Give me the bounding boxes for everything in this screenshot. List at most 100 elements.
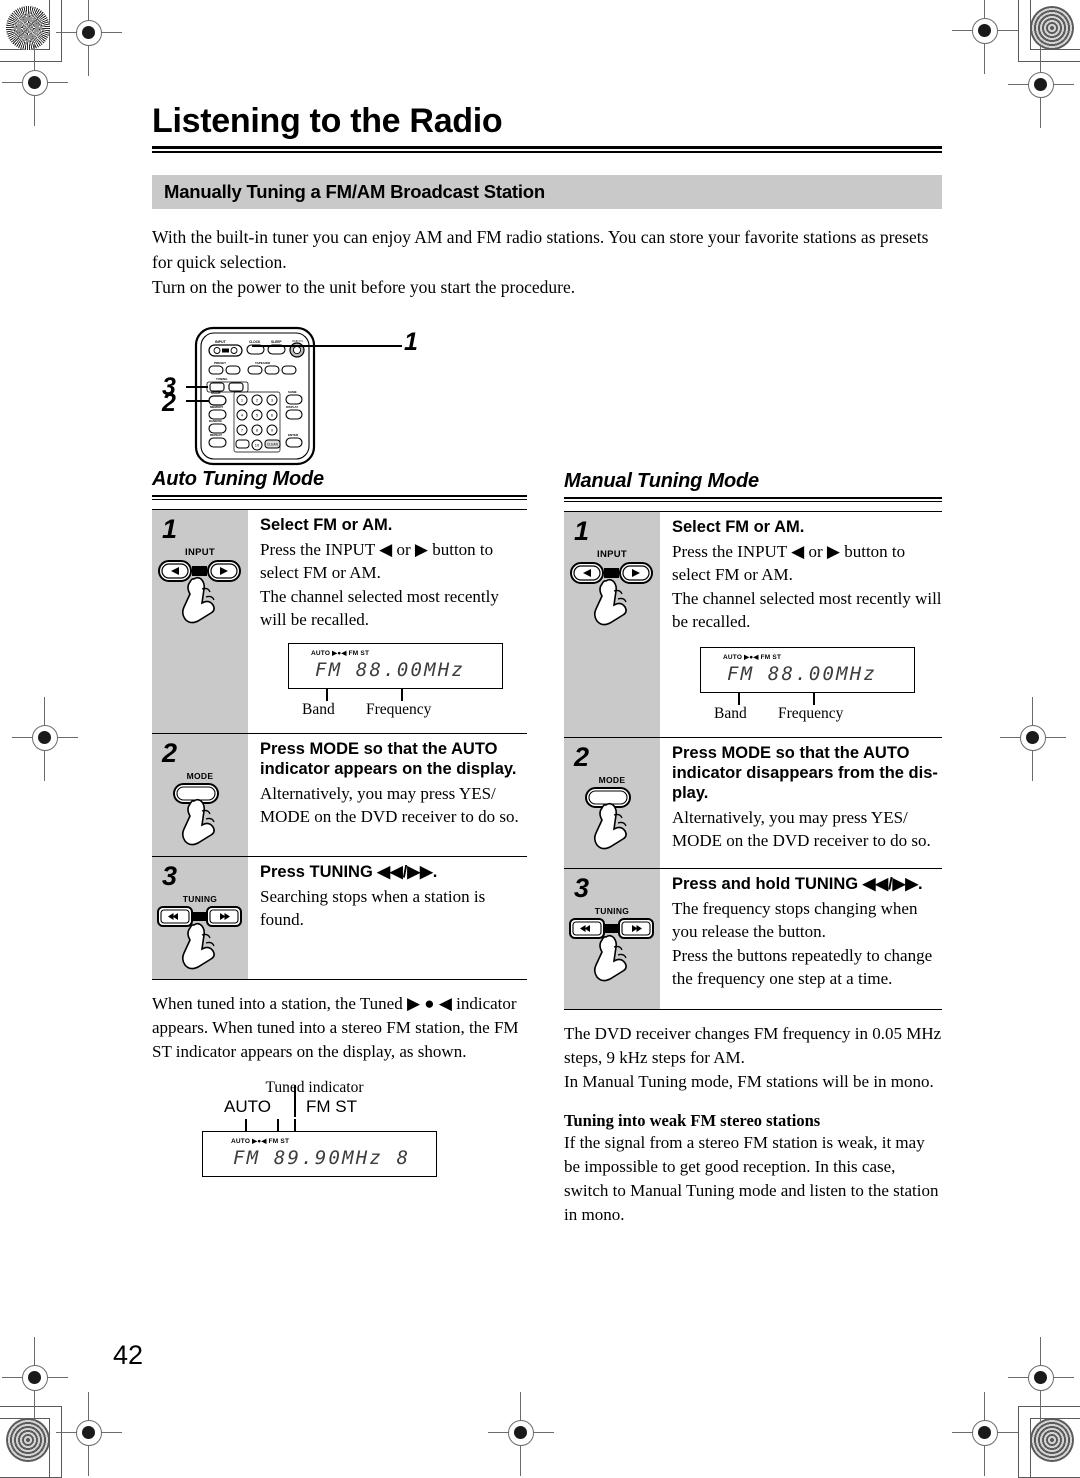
step-icon-cell: 2 MODE [564, 738, 660, 869]
auto-tuning-steps: 1 INPUT Select FM or AM. Press the INPUT… [152, 509, 527, 981]
display-label-band: Band [714, 705, 747, 723]
display-label-frequency: Frequency [366, 701, 432, 719]
auto-tuning-rule [152, 494, 527, 498]
mode-button-icon [564, 786, 660, 860]
remote-callout-1: 1 [404, 327, 418, 356]
display-figure: AUTO ▶●◀ FM ST FM 88.00MHz Band Frequenc… [700, 647, 915, 727]
step-title: Press and hold TUNING ◀◀/▶▶. [672, 875, 923, 894]
step-row: 2 MODE Press MODE so that the AUTO indic… [564, 738, 942, 870]
two-column-body: ONKYO INPUT CLOCK SLEEP PRESET TAPE/HDD … [152, 310, 942, 1224]
manual-tuning-tail: The DVD receiver changes FM frequency in… [564, 1022, 942, 1094]
step-body: Press and hold TUNING ◀◀/▶▶. The frequen… [660, 869, 942, 1009]
step-body: Press MODE so that the AUTO indicator ap… [248, 734, 527, 856]
tail-paragraph: The DVD receiver changes FM frequency in… [564, 1024, 942, 1068]
step-body: Press TUNING ◀◀/▶▶. Searching stops when… [248, 857, 527, 979]
auto-tuning-heading: Auto Tuning Mode [152, 467, 324, 490]
step-title: Select FM or AM. [672, 518, 805, 537]
intro-text: With the built-in tuner you can enjoy AM… [152, 225, 942, 300]
registration-mark-bl-b [56, 1392, 122, 1476]
lcd-indicator-row: AUTO ▶●◀ FM ST [231, 1137, 290, 1145]
lcd-readout: FM 88.00MHz [727, 663, 878, 686]
auto-caption: AUTO [224, 1096, 271, 1116]
step-line: The channel selected most recently will … [672, 588, 942, 631]
step-icon-cell: 2 MODE [152, 734, 248, 857]
step-line: The channel selected most recently will … [260, 586, 499, 629]
step-number: 3 [162, 861, 178, 892]
remote-callout-2: 2 [162, 388, 176, 417]
step-row: 1 INPUT Select FM or AM. Press the INPUT… [152, 510, 527, 735]
step-line: Press the INPUT ◀ or ▶ button to select … [260, 540, 494, 583]
registration-mark-tr-a [952, 0, 1018, 74]
right-column: Manual Tuning Mode 1 INPUT Select FM or … [564, 470, 942, 1227]
svg-text:ONKYO: ONKYO [292, 339, 304, 343]
step-row: 3 TUNING [564, 869, 942, 1011]
svg-text:MODE: MODE [211, 391, 221, 395]
registration-mark-tl-a [56, 0, 122, 76]
step-number: 3 [574, 873, 590, 904]
step-line: Press the INPUT ◀ or ▶ button to select … [672, 542, 906, 585]
registration-mark-br-b [952, 1392, 1018, 1476]
svg-text:SLEEP: SLEEP [271, 340, 282, 344]
manual-tuning-rule-2 [564, 501, 942, 503]
tuning-rocker-icon [564, 917, 660, 991]
svg-text:INPUT: INPUT [215, 340, 227, 344]
color-swatch-bl [6, 1418, 50, 1462]
tuned-indicator-caption: Tuned indicator [265, 1078, 364, 1096]
auto-tuning-rule-2 [152, 499, 527, 501]
svg-text:MEMORY: MEMORY [210, 405, 223, 409]
svg-text:ENTER: ENTER [288, 433, 299, 437]
step-icon-cell: 1 INPUT [564, 512, 660, 738]
step-row: 3 TUNING [152, 857, 527, 981]
lcd-display-panel: AUTO ▶●◀ FM ST FM 88.00MHz [700, 647, 915, 694]
step-body: Press MODE so that the AUTO indicator di… [660, 738, 942, 868]
subsection-paragraph: If the signal from a stereo FM station i… [564, 1132, 939, 1224]
lcd-indicator-row: AUTO ▶●◀ FM ST [311, 650, 370, 658]
step-row: 1 INPUT Select FM or AM. Press the INPUT… [564, 512, 942, 739]
svg-text:RANDOM: RANDOM [209, 419, 222, 423]
step-row: 2 MODE Press MODE so that the AUTO indic… [152, 734, 527, 858]
section-heading-band: Manually Tuning a FM/AM Broadcast Statio… [152, 175, 942, 210]
manual-tuning-heading: Manual Tuning Mode [564, 469, 759, 492]
mode-button-icon [152, 782, 248, 856]
registration-mark-br-a [1008, 1337, 1074, 1421]
step-line: Searching stops when a station is found. [260, 887, 486, 930]
lcd-display-panel-tuned: AUTO ▶●◀ FM ST FM 89.90MHz 8 [202, 1130, 437, 1177]
auto-tuning-tail: When tuned into a station, the Tuned ▶ ●… [152, 992, 527, 1064]
step-number: 2 [574, 742, 590, 773]
step-title: Press MODE so that the AUTO indicator ap… [260, 740, 517, 778]
manual-tuning-rule [564, 496, 942, 500]
svg-text:PRESET: PRESET [214, 361, 226, 365]
registration-mark-right-mid [1000, 697, 1066, 781]
step-line: The frequency stops changing when you re… [672, 899, 918, 942]
svg-text:10: 10 [255, 442, 260, 447]
svg-text:CLEAR: CLEAR [267, 442, 279, 446]
lcd-readout: FM 88.00MHz [315, 659, 466, 682]
step-number: 2 [162, 738, 178, 769]
lcd-readout: FM 89.90MHz 8 [233, 1146, 411, 1169]
svg-text:TAPE/HDD: TAPE/HDD [255, 361, 271, 365]
input-rocker-icon [564, 561, 660, 635]
step-icon-cell: 1 INPUT [152, 510, 248, 734]
svg-text:DISPLAY: DISPLAY [286, 405, 298, 409]
title-rule [152, 145, 942, 154]
mode-button-label: MODE [598, 775, 626, 786]
display-figure: AUTO ▶●◀ FM ST FM 88.00MHz Band Frequenc… [288, 643, 503, 723]
left-column: ONKYO INPUT CLOCK SLEEP PRESET TAPE/HDD … [152, 310, 527, 1177]
tuned-display-figure: Tuned indicator AUTO FM ST AUTO ▶●◀ FM S… [202, 1079, 437, 1177]
mode-button-label: MODE [186, 771, 214, 782]
page-content: Listening to the Radio Manually Tuning a… [152, 102, 942, 1224]
step-body: Select FM or AM. Press the INPUT ◀ or ▶ … [248, 510, 527, 733]
color-swatch-tl [6, 6, 50, 50]
display-label-band: Band [302, 701, 335, 719]
registration-mark-bottom-mid [488, 1392, 554, 1476]
input-button-label: INPUT [185, 547, 215, 559]
svg-text:SAME: SAME [288, 390, 297, 394]
step-body: Select FM or AM. Press the INPUT ◀ or ▶ … [660, 512, 942, 737]
step-icon-cell: 3 TUNING [564, 869, 660, 1010]
page-title: Listening to the Radio [152, 102, 503, 140]
step-line: Alternatively, you may press YES/ MODE o… [672, 807, 931, 850]
weak-stereo-body: If the signal from a stereo FM station i… [564, 1131, 942, 1228]
intro-paragraph-1: With the built-in tuner you can enjoy AM… [152, 227, 929, 272]
step-title: Press MODE so that the AUTO indicator di… [672, 744, 938, 802]
color-swatch-br [1030, 1418, 1074, 1462]
